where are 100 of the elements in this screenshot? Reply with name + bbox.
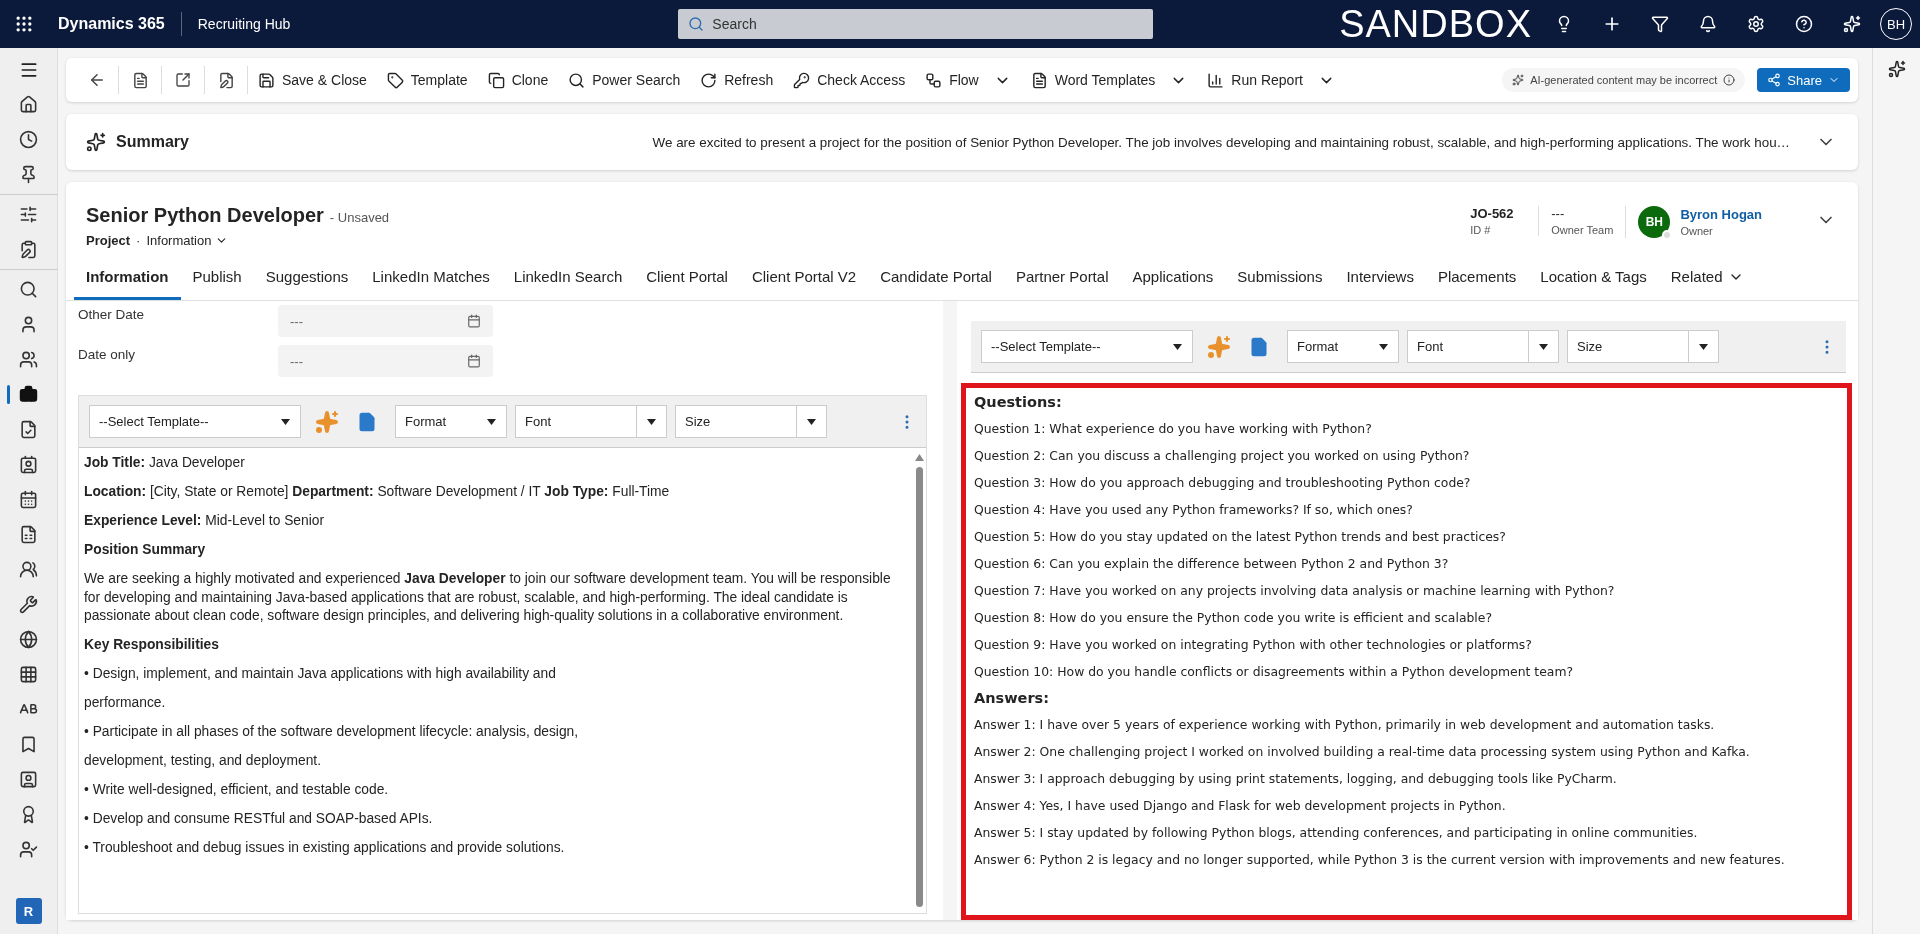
paragraph: • Participate in all phases of the software development lifecycle: analysis, design, [84,723,580,741]
tag-icon [386,71,404,89]
template-select[interactable]: --Select Template-- [89,405,301,438]
area-switcher[interactable]: R [15,898,42,924]
tab[interactable]: Publish [180,260,254,300]
text-line: Answer 3: I approach debugging by using print statements, logging, and debugging tools like PyCharm. [974,770,1618,788]
tab[interactable]: Related [1658,260,1757,300]
caret-icon [486,418,496,425]
section-heading: Key Responsibilities [84,636,220,654]
calendar-icon[interactable] [467,354,481,368]
calendar-icon[interactable] [467,314,481,328]
header-label: Owner [1680,225,1714,237]
tab[interactable]: Partner Portal [1003,260,1121,300]
command-button[interactable]: Word Templates [1020,64,1198,96]
format-select[interactable]: Format [395,405,507,438]
search-icon [688,16,705,32]
tab[interactable]: Placements [1425,260,1529,300]
search-field[interactable]: Search [678,9,1154,39]
separator-dot: · [136,233,141,248]
brand-name[interactable]: Dynamics 365 [48,12,182,36]
share-button[interactable]: Share [1757,68,1850,92]
command-button[interactable]: Clone [477,64,559,96]
form-selector[interactable]: Information [146,233,229,248]
text-line: Answer 4: Yes, I have used Django and Flask for web development projects in Python. [974,797,1507,815]
size-select[interactable]: Size [675,405,827,438]
text-line: Question 3: How do you approach debugging and troubleshooting Python code? [974,474,1472,492]
tab[interactable]: Client Portal [634,260,740,300]
date-field[interactable]: --- [278,305,493,337]
font-select[interactable]: Font [515,405,667,438]
share-icon [1767,73,1782,87]
font-select[interactable]: Font [1407,330,1559,363]
text-line: Question 1: What experience do you have working with Python? [974,420,1373,438]
paragraph: • Develop and consume RESTful and SOAP-based APIs. [84,810,434,828]
tab[interactable]: Applications [1120,260,1226,300]
command-button[interactable]: Check Access [783,64,916,96]
caret-icon [647,418,656,425]
tab[interactable]: Location & Tags [1528,260,1659,300]
sparkle-icon [86,132,106,152]
header-value: JO-562 [1470,206,1515,221]
paragraph: performance. [84,694,167,712]
app-name[interactable]: Recruiting Hub [181,16,291,32]
command-button[interactable]: Run Report [1197,64,1345,96]
paragraph: • Write well-designed, efficient, and testable code. [84,781,390,799]
document-icon[interactable] [357,411,377,432]
text-line: Question 2: Can you discuss a challenging project you worked on using Python? [974,447,1471,465]
date-field[interactable]: --- [278,345,493,377]
tab[interactable]: Submissions [1225,260,1335,300]
header-value: --- [1551,206,1566,221]
text-line: Question 10: How do you handle conflicts or disagreements within a Python development team? [974,663,1575,681]
text-line: Question 6: Can you explain the difference between Python 2 and Python 3? [974,555,1450,573]
paragraph: Location: [City, State or Remote] Department: Software Development / IT Job Type: Full-Time [84,483,671,501]
record-title: Senior Python Developer [86,204,324,226]
text-line: Answer 5: I stay updated by following Python blogs, attending conferences, and participating in online communities. [974,824,1699,842]
sparkle-icon [1512,74,1525,86]
caret-icon [1378,343,1388,350]
header-label: ID # [1470,224,1492,236]
key-icon [793,71,811,89]
owner-avatar: BH [1638,206,1671,238]
paragraph: • Design, implement, and maintain Java applications with high availability and [84,665,557,683]
tab[interactable]: LinkedIn Matches [360,260,502,300]
format-select[interactable]: Format [1287,330,1399,363]
flow-icon [925,71,943,89]
size-select[interactable]: Size [1567,330,1719,363]
paragraph: Experience Level: Mid-Level to Senior [84,512,326,530]
document-icon[interactable] [1249,336,1269,357]
text-line: Question 4: Have you used any Python frameworks? If so, which ones? [974,501,1414,519]
save-icon [258,71,275,89]
text-line: Answer 6: Python 2 is legacy and no longer supported, while Python 3 is the current version with improvements and new features. [974,851,1786,869]
command-button[interactable]: Save & Close [248,64,377,96]
summary-title: Summary [116,133,189,151]
paragraph: We are seeking a highly motivated and experienced Java Developer to join our software development team. You will be responsible for developing and maintaining Java-based applications that are robust, scalable, and high-performing. The ideal candidate is passionate about clean code, software design principles, and delivering high-quality solutions in a collaborative environment. [84,570,892,625]
paragraph: • Troubleshoot and debug issues in existing applications and provide solutions. [84,839,566,857]
caret-icon [1699,343,1708,350]
scroll-up-icon[interactable] [914,454,924,461]
section-heading: Answers: [974,690,1050,706]
command-button[interactable]: Refresh [690,64,784,96]
tab[interactable]: Interviews [1334,260,1426,300]
text-line: Answer 1: I have over 5 years of experience working with Python, primarily in web development and automation tasks. [974,716,1716,734]
caret-icon [1539,343,1548,350]
tab[interactable]: Candidate Portal [868,260,1004,300]
section-heading: Position Summary [84,541,207,559]
command-button[interactable]: Flow [915,64,1021,96]
command-button[interactable]: Template [376,64,478,96]
text-line: Question 9: Have you worked on integrating Python with other technologies or platforms? [974,636,1533,654]
notice-text: AI-generated content may be incorrect [1530,74,1718,86]
entity-name: Project [86,233,131,248]
text-line: Answer 2: One challenging project I worked on involved building a real-time data processing system using Python and Kafka. [974,743,1751,761]
info-icon[interactable] [1723,74,1736,86]
template-select[interactable]: --Select Template-- [981,330,1193,363]
caret-icon [280,418,290,425]
tab[interactable]: Suggestions [253,260,361,300]
assistant-icon[interactable] [1887,60,1906,78]
tab[interactable]: Client Portal V2 [739,260,869,300]
back-icon [88,71,106,89]
refresh-icon [700,71,718,89]
command-button[interactable]: Power Search [558,64,691,96]
owner-link[interactable]: Byron Hogan [1680,207,1762,222]
tab[interactable]: LinkedIn Search [501,260,635,300]
chart-icon [1207,71,1225,89]
paragraph: development, testing, and deployment. [84,752,322,770]
